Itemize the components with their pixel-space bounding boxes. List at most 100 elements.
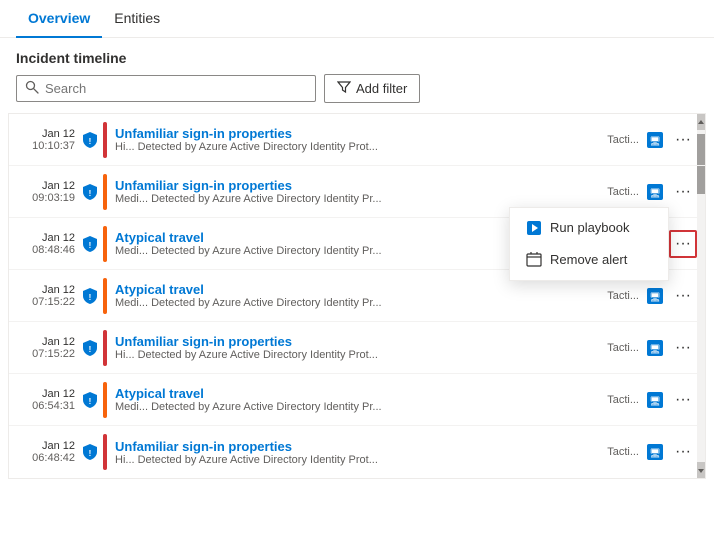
section-title: Incident timeline <box>0 38 714 74</box>
time-label: 06:48:42 <box>32 452 75 464</box>
svg-text:!: ! <box>89 397 92 406</box>
tactic-label: Tacti... <box>607 290 639 302</box>
shield-icon: ! <box>81 339 99 357</box>
search-icon <box>25 80 39 97</box>
severity-bar-medium <box>103 226 107 262</box>
date-label: Jan 12 <box>42 128 75 140</box>
date-label: Jan 12 <box>42 336 75 348</box>
table-row: Jan 12 08:48:46 ! Atypical travel Medi..… <box>9 218 705 270</box>
alert-icon: 🖥 <box>645 182 665 202</box>
row-date: Jan 12 07:15:22 <box>17 284 75 308</box>
toolbar: Add filter <box>0 74 714 113</box>
run-playbook-menuitem[interactable]: Run playbook <box>510 212 668 244</box>
alert-icon: 🖥 <box>645 338 665 358</box>
severity-bar-medium <box>103 382 107 418</box>
row-date: Jan 12 06:54:31 <box>17 388 75 412</box>
svg-text:!: ! <box>89 293 92 302</box>
alert-icon: 🖥 <box>645 442 665 462</box>
incident-title[interactable]: Unfamiliar sign-in properties <box>115 439 607 454</box>
date-label: Jan 12 <box>42 440 75 452</box>
svg-text:!: ! <box>89 137 92 146</box>
shield-icon: ! <box>81 131 99 149</box>
svg-text:🖥: 🖥 <box>649 292 660 302</box>
table-row: Jan 12 06:54:31 ! Atypical travel Medi..… <box>9 374 705 426</box>
svg-text:🖥: 🖥 <box>649 396 660 406</box>
alert-icon: 🖥 <box>645 130 665 150</box>
more-button[interactable]: ··· <box>669 386 697 414</box>
row-date: Jan 12 08:48:46 <box>17 232 75 256</box>
row-date: Jan 12 10:10:37 <box>17 128 75 152</box>
add-filter-button[interactable]: Add filter <box>324 74 420 103</box>
shield-icon: ! <box>81 443 99 461</box>
time-label: 10:10:37 <box>32 140 75 152</box>
tactic-label: Tacti... <box>607 342 639 354</box>
row-content: Unfamiliar sign-in properties Hi... Dete… <box>115 334 607 361</box>
svg-text:🖥: 🖥 <box>649 448 660 458</box>
incident-subtitle: Medi... Detected by Azure Active Directo… <box>115 297 607 309</box>
more-button[interactable]: ··· <box>669 178 697 206</box>
alert-icon: 🖥 <box>645 390 665 410</box>
date-label: Jan 12 <box>42 388 75 400</box>
time-label: 06:54:31 <box>32 400 75 412</box>
more-button[interactable]: ··· <box>669 282 697 310</box>
tactic-label: Tacti... <box>607 134 639 146</box>
time-label: 08:48:46 <box>32 244 75 256</box>
shield-icon: ! <box>81 391 99 409</box>
date-label: Jan 12 <box>42 284 75 296</box>
incident-title[interactable]: Atypical travel <box>115 386 607 401</box>
remove-icon <box>526 252 542 268</box>
severity-bar-high <box>103 122 107 158</box>
tab-overview[interactable]: Overview <box>16 0 102 38</box>
time-label: 09:03:19 <box>32 192 75 204</box>
date-label: Jan 12 <box>42 232 75 244</box>
row-content: Atypical travel Medi... Detected by Azur… <box>115 386 607 413</box>
severity-bar-medium <box>103 174 107 210</box>
time-label: 07:15:22 <box>32 296 75 308</box>
svg-text:🖥: 🖥 <box>649 136 660 146</box>
incident-subtitle: Medi... Detected by Azure Active Directo… <box>115 193 607 205</box>
shield-icon: ! <box>81 287 99 305</box>
app-container: Overview Entities Incident timeline Ad <box>0 0 714 479</box>
row-date: Jan 12 06:48:42 <box>17 440 75 464</box>
row-content: Unfamiliar sign-in properties Hi... Dete… <box>115 439 607 466</box>
incident-subtitle: Hi... Detected by Azure Active Directory… <box>115 141 607 153</box>
context-menu: Run playbook Remove alert <box>509 207 669 281</box>
incident-list-container: Jan 12 10:10:37 ! Unfamiliar sign-in pro… <box>8 113 706 479</box>
severity-bar-high <box>103 434 107 470</box>
svg-text:!: ! <box>89 241 92 250</box>
time-label: 07:15:22 <box>32 348 75 360</box>
tactic-label: Tacti... <box>607 186 639 198</box>
more-button[interactable]: ··· <box>669 334 697 362</box>
row-content: Unfamiliar sign-in properties Hi... Dete… <box>115 126 607 153</box>
svg-text:!: ! <box>89 449 92 458</box>
row-date: Jan 12 09:03:19 <box>17 180 75 204</box>
row-date: Jan 12 07:15:22 <box>17 336 75 360</box>
incident-title[interactable]: Unfamiliar sign-in properties <box>115 126 607 141</box>
shield-icon: ! <box>81 183 99 201</box>
more-button-active[interactable]: ··· <box>669 230 697 258</box>
search-input[interactable] <box>45 81 307 96</box>
incident-subtitle: Hi... Detected by Azure Active Directory… <box>115 454 607 466</box>
row-content: Atypical travel Medi... Detected by Azur… <box>115 282 607 309</box>
shield-icon: ! <box>81 235 99 253</box>
svg-text:!: ! <box>89 189 92 198</box>
incident-title[interactable]: Unfamiliar sign-in properties <box>115 178 607 193</box>
tactic-label: Tacti... <box>607 446 639 458</box>
tab-entities[interactable]: Entities <box>102 0 172 38</box>
search-box[interactable] <box>16 75 316 102</box>
incident-title[interactable]: Atypical travel <box>115 282 607 297</box>
tab-bar: Overview Entities <box>0 0 714 38</box>
more-button[interactable]: ··· <box>669 438 697 466</box>
incident-subtitle: Medi... Detected by Azure Active Directo… <box>115 401 607 413</box>
table-row: Jan 12 07:15:22 ! Unfamiliar sign-in pro… <box>9 322 705 374</box>
tactic-label: Tacti... <box>607 394 639 406</box>
svg-text:🖥: 🖥 <box>649 188 660 198</box>
more-button[interactable]: ··· <box>669 126 697 154</box>
severity-bar-high <box>103 330 107 366</box>
table-row: Jan 12 06:48:42 ! Unfamiliar sign-in pro… <box>9 426 705 478</box>
alert-icon: 🖥 <box>645 286 665 306</box>
date-label: Jan 12 <box>42 180 75 192</box>
svg-text:🖥: 🖥 <box>649 344 660 354</box>
incident-title[interactable]: Unfamiliar sign-in properties <box>115 334 607 349</box>
remove-alert-menuitem[interactable]: Remove alert <box>510 244 668 276</box>
